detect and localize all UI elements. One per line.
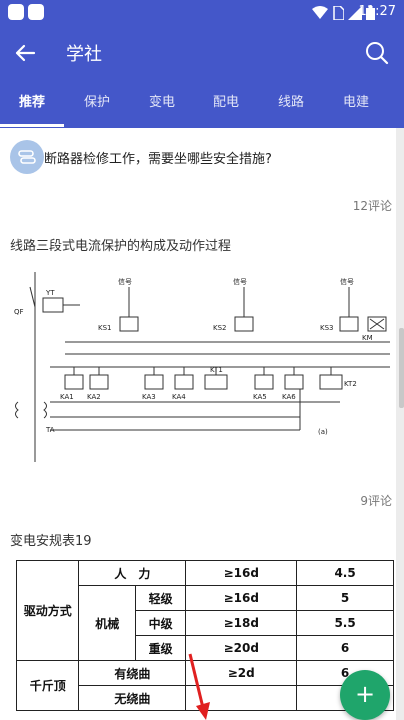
search-button[interactable]	[360, 36, 394, 70]
diagram-label: TA	[45, 426, 55, 434]
question-text: 断路器检修工作，需要坐哪些安全措施?	[44, 152, 272, 167]
status-time: 11:27	[358, 4, 396, 19]
post-title[interactable]: 线路三段式电流保护的构成及动作过程	[10, 235, 231, 254]
table-cell: 中级	[134, 610, 187, 636]
tab-line[interactable]: 线路	[258, 80, 324, 128]
diagram-label: 信号	[118, 277, 132, 286]
diagram-label: KS1	[98, 324, 112, 332]
table-cell: 机械	[78, 585, 136, 661]
table-cell: 有绕曲	[78, 660, 187, 686]
diagram-label: KA3	[142, 393, 156, 401]
tab-construction[interactable]: 电建	[324, 80, 388, 128]
diagram-label: KA1	[60, 393, 74, 401]
table-cell: 重级	[134, 635, 187, 661]
diagram-label: KT1	[210, 366, 223, 374]
comment-count[interactable]: 12评论	[353, 197, 392, 214]
diagram-label: YT	[45, 289, 55, 297]
comment-count[interactable]: 9评论	[360, 492, 392, 509]
table-cell: ≥16d	[185, 560, 298, 586]
page-title: 学社	[66, 44, 102, 65]
diagram-label: KA2	[87, 393, 101, 401]
table-cell: ≥18d	[185, 610, 298, 636]
diagram-label: 信号	[233, 277, 247, 286]
arrow-left-icon	[15, 44, 36, 62]
tab-recommend[interactable]: 推荐	[0, 80, 64, 128]
scrollbar[interactable]	[399, 128, 404, 720]
post-title[interactable]: 变电安规表19	[10, 530, 92, 549]
sim-icon	[332, 5, 345, 24]
diagram-label: QF	[14, 308, 24, 316]
table-cell: 轻级	[134, 585, 187, 611]
notification-app-icon	[28, 4, 44, 20]
tab-substation[interactable]: 变电	[130, 80, 194, 128]
table-cell: 6	[296, 635, 394, 661]
question-avatar	[10, 140, 44, 174]
red-arrow-annotation	[188, 653, 210, 720]
tab-distribution[interactable]: 配电	[194, 80, 258, 128]
diagram-label: KS3	[320, 324, 334, 332]
tab-indicator	[0, 124, 64, 127]
add-post-button[interactable]: +	[340, 670, 390, 720]
scroll-thumb[interactable]	[399, 328, 404, 408]
table-cell: ≥16d	[185, 585, 298, 611]
table-cell: 人 力	[78, 560, 187, 586]
circuit-diagram-image[interactable]: 信号 信号 信号 KS1 KS2 KS3 KA1 KA2 KA3 KA4 KA5…	[10, 262, 394, 472]
diagram-label: KA5	[253, 393, 267, 401]
question-icon	[18, 150, 36, 164]
toolbar: 学社	[0, 26, 404, 80]
category-tabs: 推荐 保护 变电 配电 线路 电建	[0, 80, 404, 128]
notification-app-icon	[8, 4, 24, 20]
wifi-icon	[312, 5, 328, 24]
tab-protection[interactable]: 保护	[64, 80, 130, 128]
question-item[interactable]: 断路器检修工作，需要坐哪些安全措施?	[10, 140, 390, 174]
diagram-label: KA6	[282, 393, 296, 401]
diagram-label: KA4	[172, 393, 186, 401]
diagram-label: 信号	[340, 277, 354, 286]
back-button[interactable]	[8, 36, 42, 70]
diagram-label: (a)	[318, 428, 328, 436]
diagram-label: KM	[362, 334, 373, 342]
table-cell: 5.5	[296, 610, 394, 636]
table-cell: 4.5	[296, 560, 394, 586]
diagram-label: KS2	[213, 324, 227, 332]
table-cell: 5	[296, 585, 394, 611]
diagram-label: KT2	[344, 380, 357, 388]
search-icon	[366, 42, 389, 65]
table-cell: 无绕曲	[78, 685, 187, 711]
table-cell: 驱动方式	[15, 560, 80, 661]
table-cell: 千斤顶	[15, 660, 80, 711]
status-bar: 11:27	[0, 0, 404, 26]
